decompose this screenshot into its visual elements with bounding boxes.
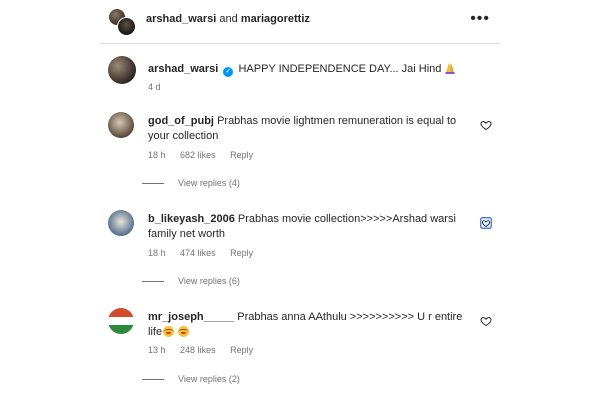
more-horizontal-icon[interactable]: ••• (470, 11, 490, 27)
laughing-face-icon (163, 326, 175, 337)
comment-body: b_likeyash_2006 Prabhas movie collection… (148, 212, 478, 242)
collab-avatars[interactable] (108, 8, 136, 36)
comment-likes[interactable]: 474 likes (180, 248, 216, 258)
post-authors: arshad_warsi and mariagorettiz (146, 13, 310, 25)
caption-time: 4 d (148, 82, 161, 92)
divider-line (142, 281, 164, 283)
divider-line (142, 379, 164, 381)
author-username[interactable]: mariagorettiz (241, 13, 310, 25)
avatar[interactable] (108, 308, 134, 334)
author-username[interactable]: arshad_warsi (146, 13, 216, 25)
avatar[interactable] (108, 210, 134, 236)
post-caption: arshad_warsi ✓ HAPPY INDEPENDENCE DAY...… (108, 56, 492, 96)
view-replies-label[interactable]: View replies (6) (178, 276, 240, 286)
caption-username[interactable]: arshad_warsi (148, 63, 218, 75)
comment-body: mr_joseph_____ Prabhas anna AAthulu >>>>… (148, 310, 478, 340)
comment-likes[interactable]: 248 likes (180, 345, 216, 355)
reply-button[interactable]: Reply (230, 248, 253, 258)
reply-button[interactable]: Reply (230, 150, 253, 160)
comment-username[interactable]: god_of_pubj (148, 115, 214, 127)
comment-likes[interactable]: 682 likes (180, 150, 216, 160)
heart-icon[interactable] (480, 315, 492, 327)
verified-badge-icon: ✓ (223, 67, 234, 77)
post-comments-panel: arshad_warsi and mariagorettiz ••• arsha… (100, 0, 500, 400)
comment-meta: 13 h 248 likes Reply (148, 345, 265, 355)
authors-joiner: and (219, 13, 238, 25)
avatar[interactable] (117, 17, 136, 36)
laughing-face-icon (178, 326, 190, 337)
comment-meta: 18 h 474 likes Reply (148, 248, 265, 258)
view-replies-label[interactable]: View replies (4) (178, 178, 240, 188)
view-replies-label[interactable]: View replies (2) (178, 374, 240, 384)
avatar[interactable] (108, 56, 136, 84)
view-replies-button[interactable]: View replies (2) (142, 374, 240, 384)
post-header: arshad_warsi and mariagorettiz ••• (100, 0, 500, 44)
folded-hands-icon (445, 63, 455, 74)
view-replies-button[interactable]: View replies (4) (142, 178, 240, 188)
comment-time: 13 h (148, 345, 166, 355)
view-replies-button[interactable]: View replies (6) (142, 276, 240, 286)
heart-icon[interactable] (480, 119, 492, 131)
divider-line (142, 183, 164, 185)
comment-meta: 18 h 682 likes Reply (148, 150, 265, 160)
comment-time: 18 h (148, 248, 166, 258)
comment-time: 18 h (148, 150, 166, 160)
avatar[interactable] (108, 112, 134, 138)
reply-button[interactable]: Reply (230, 345, 253, 355)
caption-text: arshad_warsi ✓ HAPPY INDEPENDENCE DAY...… (148, 62, 456, 77)
comment-username[interactable]: mr_joseph_____ (148, 311, 234, 323)
caption-body: HAPPY INDEPENDENCE DAY... Jai Hind (238, 63, 442, 75)
comment-username[interactable]: b_likeyash_2006 (148, 213, 235, 225)
heart-icon[interactable] (480, 217, 492, 229)
comment-body: god_of_pubj Prabhas movie lightmen remun… (148, 114, 478, 144)
